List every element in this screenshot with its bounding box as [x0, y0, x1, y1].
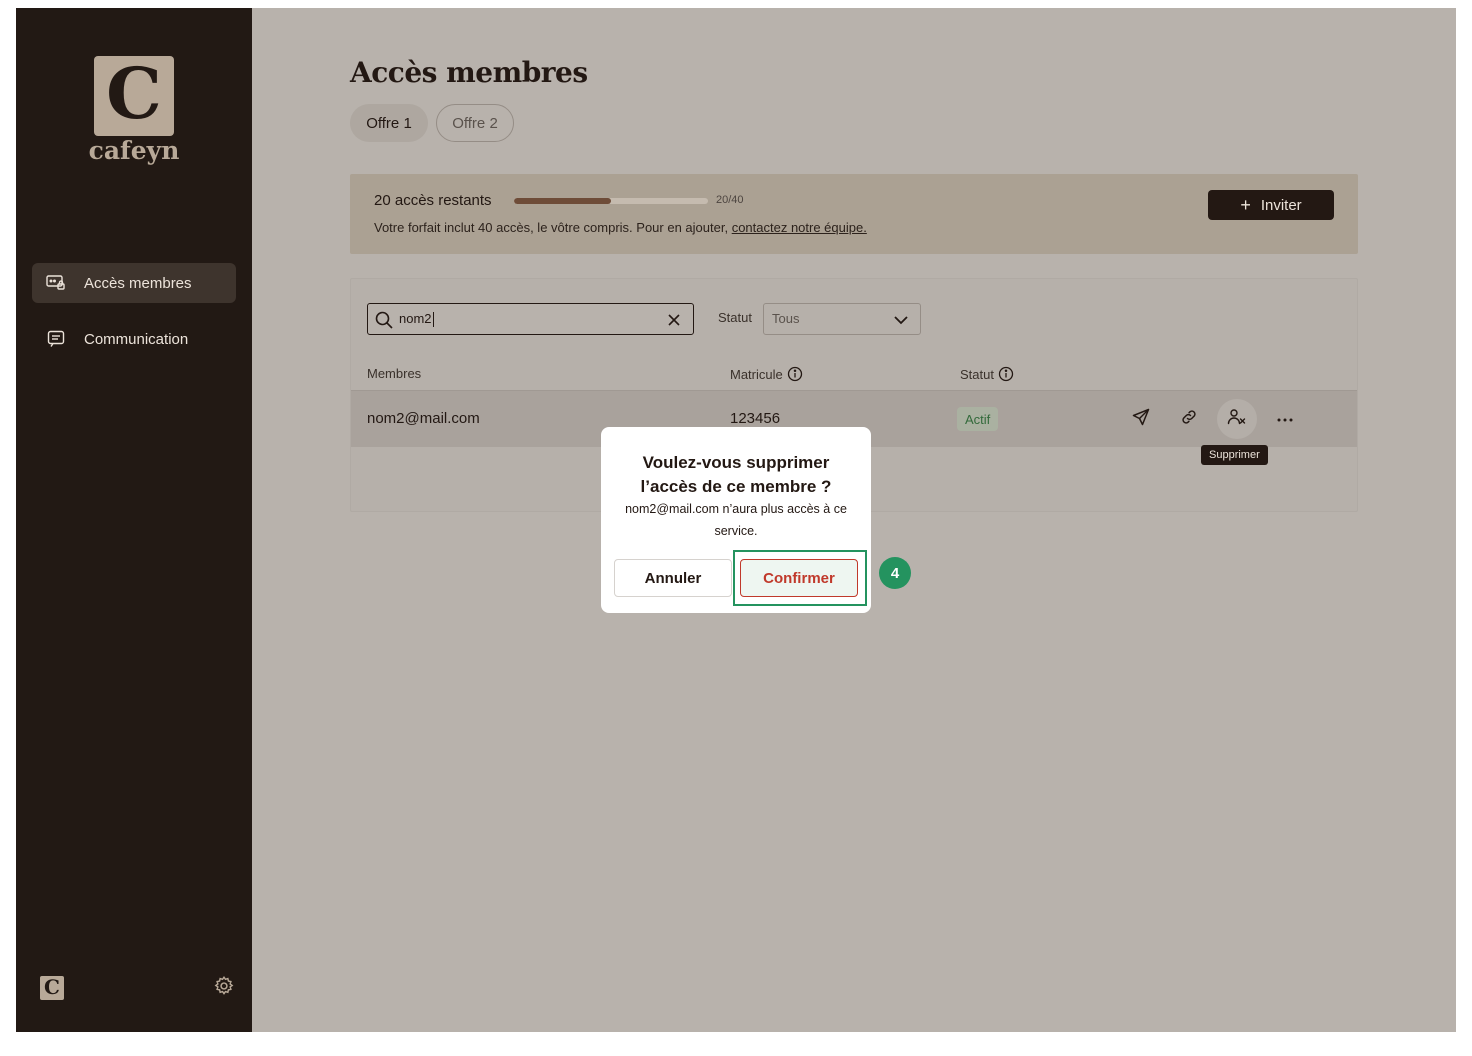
column-header-label: Membres — [367, 366, 422, 381]
dialog-title: Voulez-vous supprimer l’accès de ce memb… — [640, 453, 832, 496]
quota-title: 20 accès restants — [374, 192, 492, 209]
column-header-matricule: Matricule — [730, 366, 803, 382]
member-access-icon — [46, 273, 66, 293]
member-matricule: 123456 — [730, 410, 781, 427]
column-header-status: Statut — [960, 366, 1014, 382]
gear-icon — [213, 975, 235, 1002]
column-header-label: Matricule — [730, 366, 783, 382]
quota-progress-fill — [514, 198, 611, 204]
search-input-value: nom2 — [399, 311, 434, 328]
confirm-delete-dialog: Voulez-vous supprimer l’accès de ce memb… — [601, 427, 871, 613]
sidebar-item-label: Accès membres — [84, 274, 192, 292]
sidebar-item-member-access[interactable]: Accès membres — [32, 263, 236, 303]
tab-offre-2[interactable]: Offre 2 — [436, 104, 514, 142]
send-invite-button[interactable] — [1121, 399, 1161, 439]
member-email: nom2@mail.com — [367, 410, 480, 427]
quota-description-text: Votre forfait inclut 40 accès, le vôtre … — [374, 220, 732, 235]
status-filter-label: Statut — [718, 310, 752, 325]
status-filter-value: Tous — [772, 311, 800, 326]
quota-panel: 20 accès restants 20/40 Votre forfait in… — [350, 174, 1358, 254]
brand-logo-letter: C — [106, 52, 162, 135]
more-options-button[interactable] — [1265, 399, 1305, 439]
contact-team-link[interactable]: contactez notre équipe. — [732, 220, 867, 235]
status-badge: Actif — [957, 407, 999, 431]
dialog-body: nom2@mail.com n’aura plus accès à ce ser… — [625, 502, 847, 538]
search-input[interactable]: nom2 — [367, 303, 694, 335]
column-header-label: Statut — [960, 366, 994, 382]
quota-progress-bar — [514, 198, 708, 204]
sidebar-item-label: Communication — [84, 330, 189, 348]
tooltip: Supprimer — [1201, 445, 1268, 465]
sidebar-item-communication[interactable]: Communication — [32, 319, 236, 359]
plus-icon: + — [1240, 195, 1251, 215]
column-header-members: Membres — [367, 366, 421, 381]
quota-count: 20/40 — [716, 194, 744, 206]
footer-logo-letter: C — [44, 975, 60, 999]
tab-offre-1[interactable]: Offre 1 — [350, 104, 428, 142]
search-icon — [374, 310, 394, 330]
info-icon[interactable] — [998, 366, 1014, 382]
status-filter-select[interactable]: Tous — [763, 303, 921, 335]
search-value-text: nom2 — [399, 311, 432, 326]
cancel-button[interactable]: Annuler — [614, 559, 732, 597]
brand-wordmark: cafeyn — [88, 136, 180, 165]
send-icon — [1132, 408, 1150, 431]
confirm-button[interactable]: Confirmer — [740, 559, 858, 597]
app-frame: C cafeyn Accès membres Communication C A… — [16, 8, 1456, 1032]
remove-member-button[interactable] — [1217, 399, 1257, 439]
more-horizontal-icon — [1276, 410, 1294, 428]
step-number-badge: 4 — [879, 557, 911, 589]
brand-logo: C — [94, 56, 174, 136]
clear-search-icon[interactable] — [665, 311, 683, 329]
link-icon — [1180, 408, 1198, 431]
quota-description: Votre forfait inclut 40 accès, le vôtre … — [374, 220, 867, 235]
page-title: Accès membres — [350, 56, 588, 89]
invite-button-label: Inviter — [1260, 196, 1302, 214]
message-icon — [46, 329, 66, 349]
user-remove-icon — [1227, 408, 1247, 431]
copy-link-button[interactable] — [1169, 399, 1209, 439]
sidebar: C cafeyn Accès membres Communication C — [16, 8, 252, 1032]
settings-button[interactable] — [212, 975, 236, 1002]
invite-button[interactable]: + Inviter — [1208, 190, 1334, 220]
info-icon[interactable] — [787, 366, 803, 382]
chevron-down-icon — [892, 312, 910, 328]
footer-logo[interactable]: C — [40, 976, 64, 1000]
text-caret — [432, 312, 434, 328]
